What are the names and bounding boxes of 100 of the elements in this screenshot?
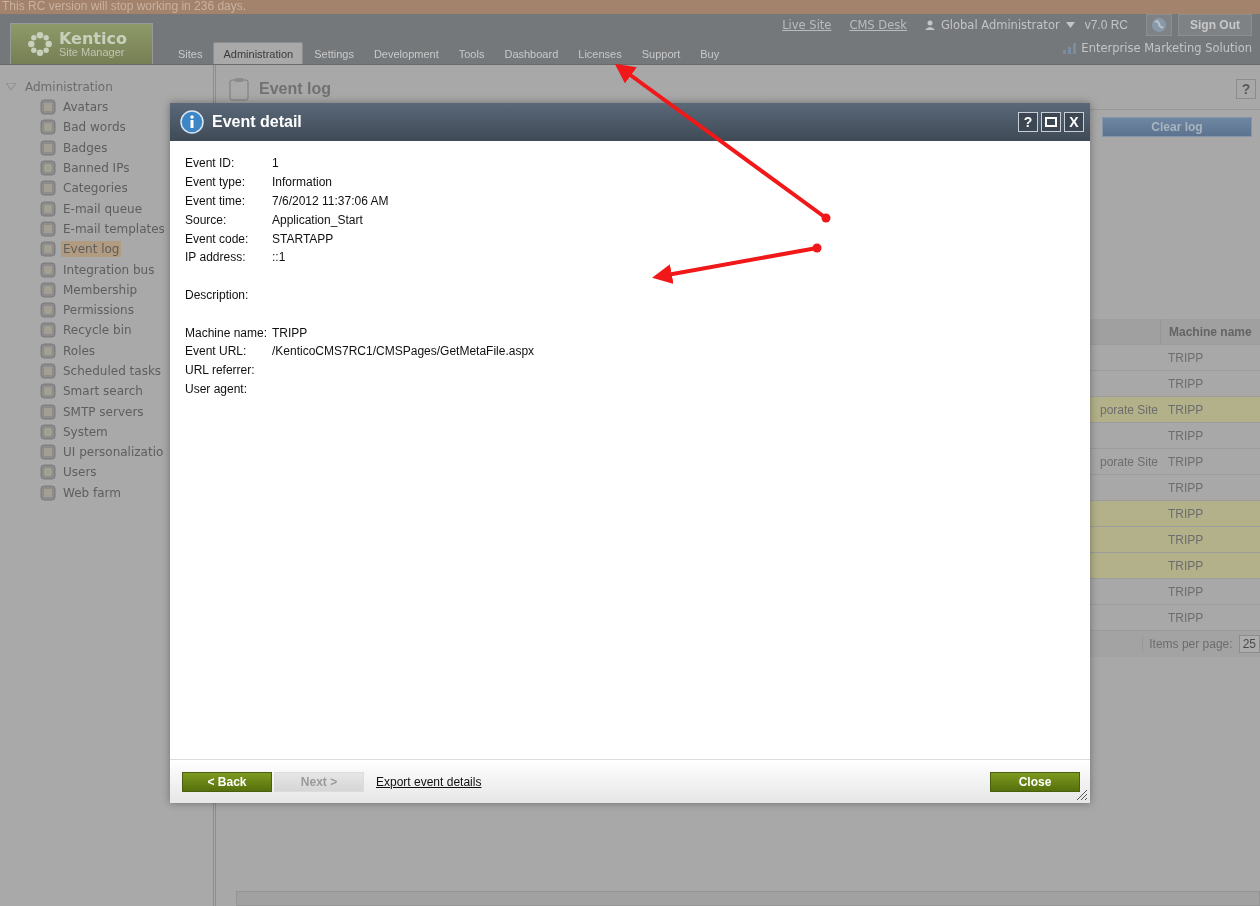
- field-label: Event code:: [185, 231, 250, 246]
- table-cell-text: TRIPP: [1167, 375, 1205, 393]
- close-button[interactable]: Close: [990, 771, 1080, 792]
- field-label: Description:: [185, 287, 250, 302]
- module-icon: [40, 281, 56, 298]
- field-label: Machine name:: [185, 325, 269, 340]
- module-icon: [40, 342, 56, 359]
- expand-icon[interactable]: [6, 83, 16, 91]
- table-cell-text: TRIPP: [1167, 609, 1205, 627]
- clear-log-button[interactable]: Clear log: [1102, 117, 1252, 137]
- help-button[interactable]: ?: [1018, 112, 1038, 132]
- module-icon: [40, 241, 56, 258]
- field-label: URL referrer:: [185, 363, 256, 378]
- nav-tab[interactable]: Buy: [691, 42, 729, 64]
- module-icon: [40, 464, 56, 481]
- tree-item[interactable]: Recycle bin: [61, 322, 134, 339]
- field-value: 1: [272, 156, 279, 171]
- tree-item[interactable]: SMTP servers: [61, 403, 146, 420]
- header-link[interactable]: Live Site: [782, 18, 832, 32]
- close-button[interactable]: X: [1064, 112, 1084, 132]
- table-cell-text: TRIPP: [1167, 453, 1205, 471]
- user-menu[interactable]: Global Administrator: [940, 18, 1060, 32]
- version-label: v7.0 RC: [1084, 18, 1128, 32]
- export-link[interactable]: Export event details: [376, 774, 482, 789]
- info-icon: [180, 110, 204, 134]
- resize-grip-icon[interactable]: [1076, 789, 1088, 801]
- nav-tab[interactable]: Licenses: [569, 42, 631, 64]
- module-icon: [40, 363, 56, 379]
- nav-tab[interactable]: Sites: [169, 42, 212, 64]
- table-cell-text: porate Site: [1098, 453, 1159, 471]
- logo-title: Kentico: [59, 30, 127, 47]
- nav-tab[interactable]: Tools: [449, 42, 494, 64]
- tree-item[interactable]: Avatars: [61, 99, 111, 116]
- logo[interactable]: Kentico Site Manager: [10, 23, 153, 64]
- sign-out-button[interactable]: Sign Out: [1178, 14, 1252, 36]
- back-button[interactable]: < Back: [182, 771, 272, 792]
- module-icon: [40, 180, 56, 197]
- tree-item[interactable]: E-mail queue: [61, 200, 145, 217]
- maximize-button[interactable]: [1041, 112, 1061, 132]
- module-icon: [40, 160, 56, 177]
- tree-item[interactable]: Badges: [61, 139, 110, 156]
- field-value: Information: [272, 175, 333, 190]
- tree-item[interactable]: Banned IPs: [61, 160, 132, 177]
- field-label: Event ID:: [185, 156, 236, 171]
- module-icon: [40, 220, 56, 237]
- tree-item[interactable]: System: [61, 423, 110, 440]
- tree-item[interactable]: E-mail templates: [61, 220, 167, 237]
- maximize-icon[interactable]: [1045, 117, 1057, 127]
- logo-subtitle: Site Manager: [59, 46, 126, 58]
- nav-tab[interactable]: Development: [364, 42, 448, 64]
- field-value: /KenticoCMS7RC1/CMSPages/GetMetaFile.aspx: [272, 344, 535, 359]
- field-value: STARTAPP: [272, 231, 334, 246]
- table-cell-text: TRIPP: [1167, 349, 1205, 367]
- module-icon: [40, 444, 56, 461]
- nav-tab[interactable]: Administration: [213, 42, 304, 64]
- table-cell: TRIPP: [1160, 397, 1260, 422]
- page-size-field[interactable]: 25: [1238, 635, 1260, 653]
- field-label: Event URL:: [185, 344, 248, 359]
- module-icon: [40, 261, 56, 278]
- globe-icon[interactable]: [1151, 17, 1167, 33]
- module-icon: [40, 383, 56, 400]
- dropdown-icon[interactable]: [1065, 22, 1075, 28]
- table-cell-text: TRIPP: [1167, 479, 1205, 497]
- tree-item[interactable]: UI personalizatio: [61, 444, 166, 461]
- tree-item[interactable]: Bad words: [61, 119, 128, 136]
- table-cell-text: TRIPP: [1167, 427, 1205, 445]
- tree-item[interactable]: Users: [61, 464, 99, 481]
- table-cell: TRIPP: [1160, 527, 1260, 552]
- globe-button[interactable]: [1146, 14, 1172, 36]
- tree-item[interactable]: Smart search: [61, 383, 145, 400]
- help-button[interactable]: ?: [1236, 78, 1256, 99]
- tree-item[interactable]: Roles: [61, 342, 98, 359]
- tree-item[interactable]: Administration: [25, 80, 113, 94]
- field-label: User agent:: [185, 381, 249, 396]
- tree-item[interactable]: Integration bus: [61, 261, 157, 278]
- module-icon: [40, 322, 56, 339]
- field-label: Event time:: [185, 194, 247, 208]
- field-label: Event type:: [185, 175, 247, 190]
- dialog-title: Event detail: [212, 113, 302, 131]
- column-header[interactable]: Machine name: [1160, 319, 1260, 344]
- tree-item[interactable]: Event log: [61, 241, 122, 258]
- tree-item[interactable]: Scheduled tasks: [61, 363, 164, 379]
- module-icon: [40, 423, 56, 440]
- field-label: IP address:: [185, 250, 247, 265]
- field-value: Application_Start: [272, 212, 363, 227]
- tree-item[interactable]: Categories: [61, 180, 130, 197]
- tree-item[interactable]: Web farm: [61, 484, 123, 501]
- tree-item[interactable]: Permissions: [61, 302, 136, 319]
- nav-tab[interactable]: Dashboard: [495, 42, 568, 64]
- nav-tab[interactable]: Settings: [305, 42, 363, 64]
- table-cell-text: TRIPP: [1167, 583, 1205, 601]
- table-cell: TRIPP: [1160, 553, 1260, 578]
- field-value: TRIPP: [272, 325, 308, 340]
- tree-item[interactable]: Membership: [61, 281, 140, 298]
- module-icon: [40, 403, 56, 420]
- nav-tab[interactable]: Support: [632, 42, 690, 64]
- edition-label: Enterprise Marketing Solution: [1081, 41, 1252, 55]
- header-link[interactable]: CMS Desk: [849, 18, 907, 32]
- flower-icon: [27, 31, 53, 57]
- module-icon: [40, 99, 56, 116]
